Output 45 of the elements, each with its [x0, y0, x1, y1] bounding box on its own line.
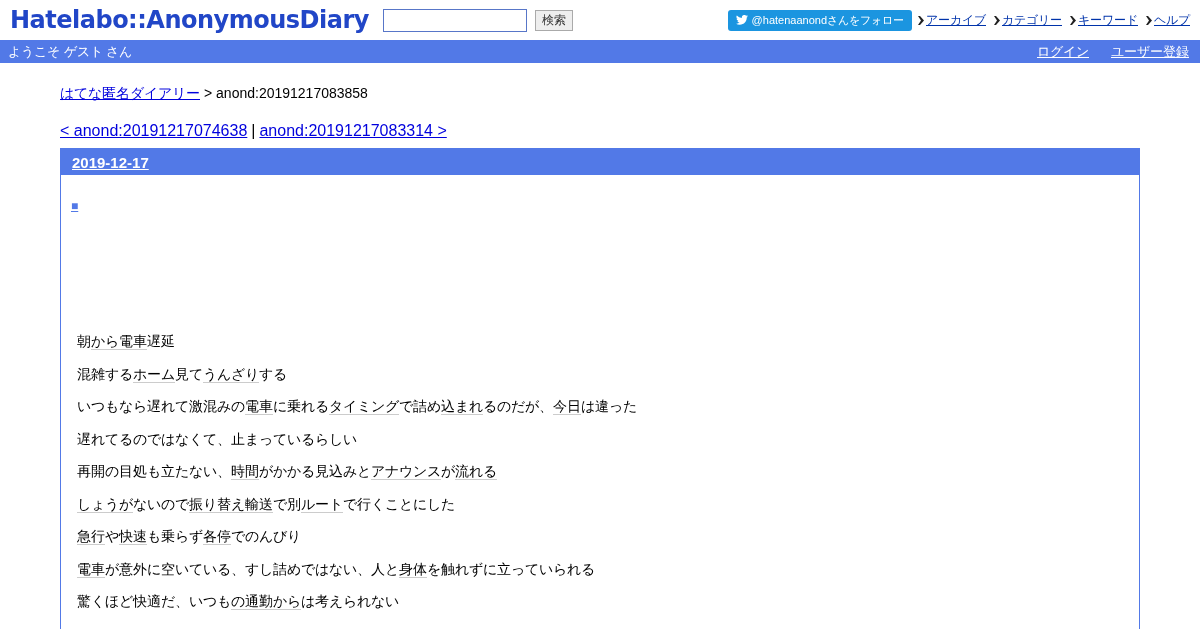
keyword-link[interactable]: 身体	[399, 560, 427, 578]
keyword-link[interactable]: 各停	[203, 528, 231, 545]
keyword-link[interactable]: 込まれ	[441, 398, 483, 415]
keyword-link[interactable]: アナウンス	[371, 463, 441, 480]
keyword-link[interactable]: 振り替え輸送	[189, 495, 273, 513]
welcome-text: ようこそ ゲスト さん	[8, 42, 133, 61]
breadcrumb-current: > anond:20191217083858	[204, 85, 368, 103]
account-link[interactable]: ユーザー登録	[1111, 42, 1189, 61]
breadcrumb-link[interactable]: はてな匿名ダイアリー	[60, 85, 200, 103]
nav-link[interactable]: アーカイブ	[926, 11, 986, 29]
paragraph: 驚くほど快適だ、いつもの通勤から は考えられない	[77, 592, 400, 611]
keyword-link[interactable]: 時間	[231, 463, 259, 480]
keyword-link[interactable]: タイミング	[329, 398, 399, 415]
keyword-link[interactable]: 電車	[77, 560, 105, 578]
next-link[interactable]: anond:20191217083314 >	[259, 122, 447, 140]
paragraph: いつもなら遅れて激混みの電車に乗れる タイミングで詰め込まれるのだが、今日 は違った	[77, 397, 638, 416]
keyword-link[interactable]: 急行	[77, 528, 105, 545]
paragraph: 電車が意外に空いている、すし詰めではない、人と身体を触れずに立っていられる	[77, 559, 596, 579]
nav-link[interactable]: カテゴリー	[1002, 11, 1062, 29]
nav-link[interactable]: ヘルプ	[1154, 11, 1190, 29]
paragraph: 朝から 電車遅延	[77, 332, 176, 351]
keyword-link[interactable]: うんざり	[203, 365, 259, 383]
keyword-link[interactable]: 流れる	[455, 463, 497, 480]
permalink-anchor[interactable]: ■	[71, 199, 79, 213]
keyword-link[interactable]: しょうが	[77, 495, 133, 513]
search-button[interactable]: 検索	[534, 9, 573, 31]
paragraph: 混雑するホーム見て うんざりする	[77, 364, 288, 384]
paragraph: 急行や快速 も乗らず各停でのんびり	[77, 527, 302, 546]
nav-link[interactable]: キーワード	[1078, 11, 1138, 29]
keyword-link[interactable]: の通勤から	[231, 593, 301, 610]
paragraph: 遅れてるのではなくて、止まっているらしい	[77, 429, 358, 449]
site-logo[interactable]: Hatelabo::AnonymousDiary	[10, 6, 369, 34]
keyword-link[interactable]: ホーム	[133, 365, 175, 383]
pager-separator: |	[251, 122, 256, 140]
keyword-link[interactable]: 電車	[119, 333, 147, 350]
previous-link[interactable]: < anond:20191217074638	[60, 122, 248, 140]
keyword-link[interactable]: ルート	[301, 495, 343, 513]
date-link[interactable]: 2019-12-17	[72, 153, 149, 171]
keyword-link[interactable]: から	[91, 333, 119, 350]
keyword-link[interactable]: 快速	[119, 528, 147, 545]
account-link[interactable]: ログイン	[1037, 42, 1089, 61]
paragraph: 再開の目処も立たない、時間がかかる見込みと アナウンスが流れる	[77, 462, 498, 481]
keyword-link[interactable]: 今日	[553, 398, 581, 415]
keyword-link[interactable]: 電車	[245, 398, 273, 415]
paragraph: しょうがないので振り替え輸送で別ルート で行くことにした	[77, 494, 456, 514]
